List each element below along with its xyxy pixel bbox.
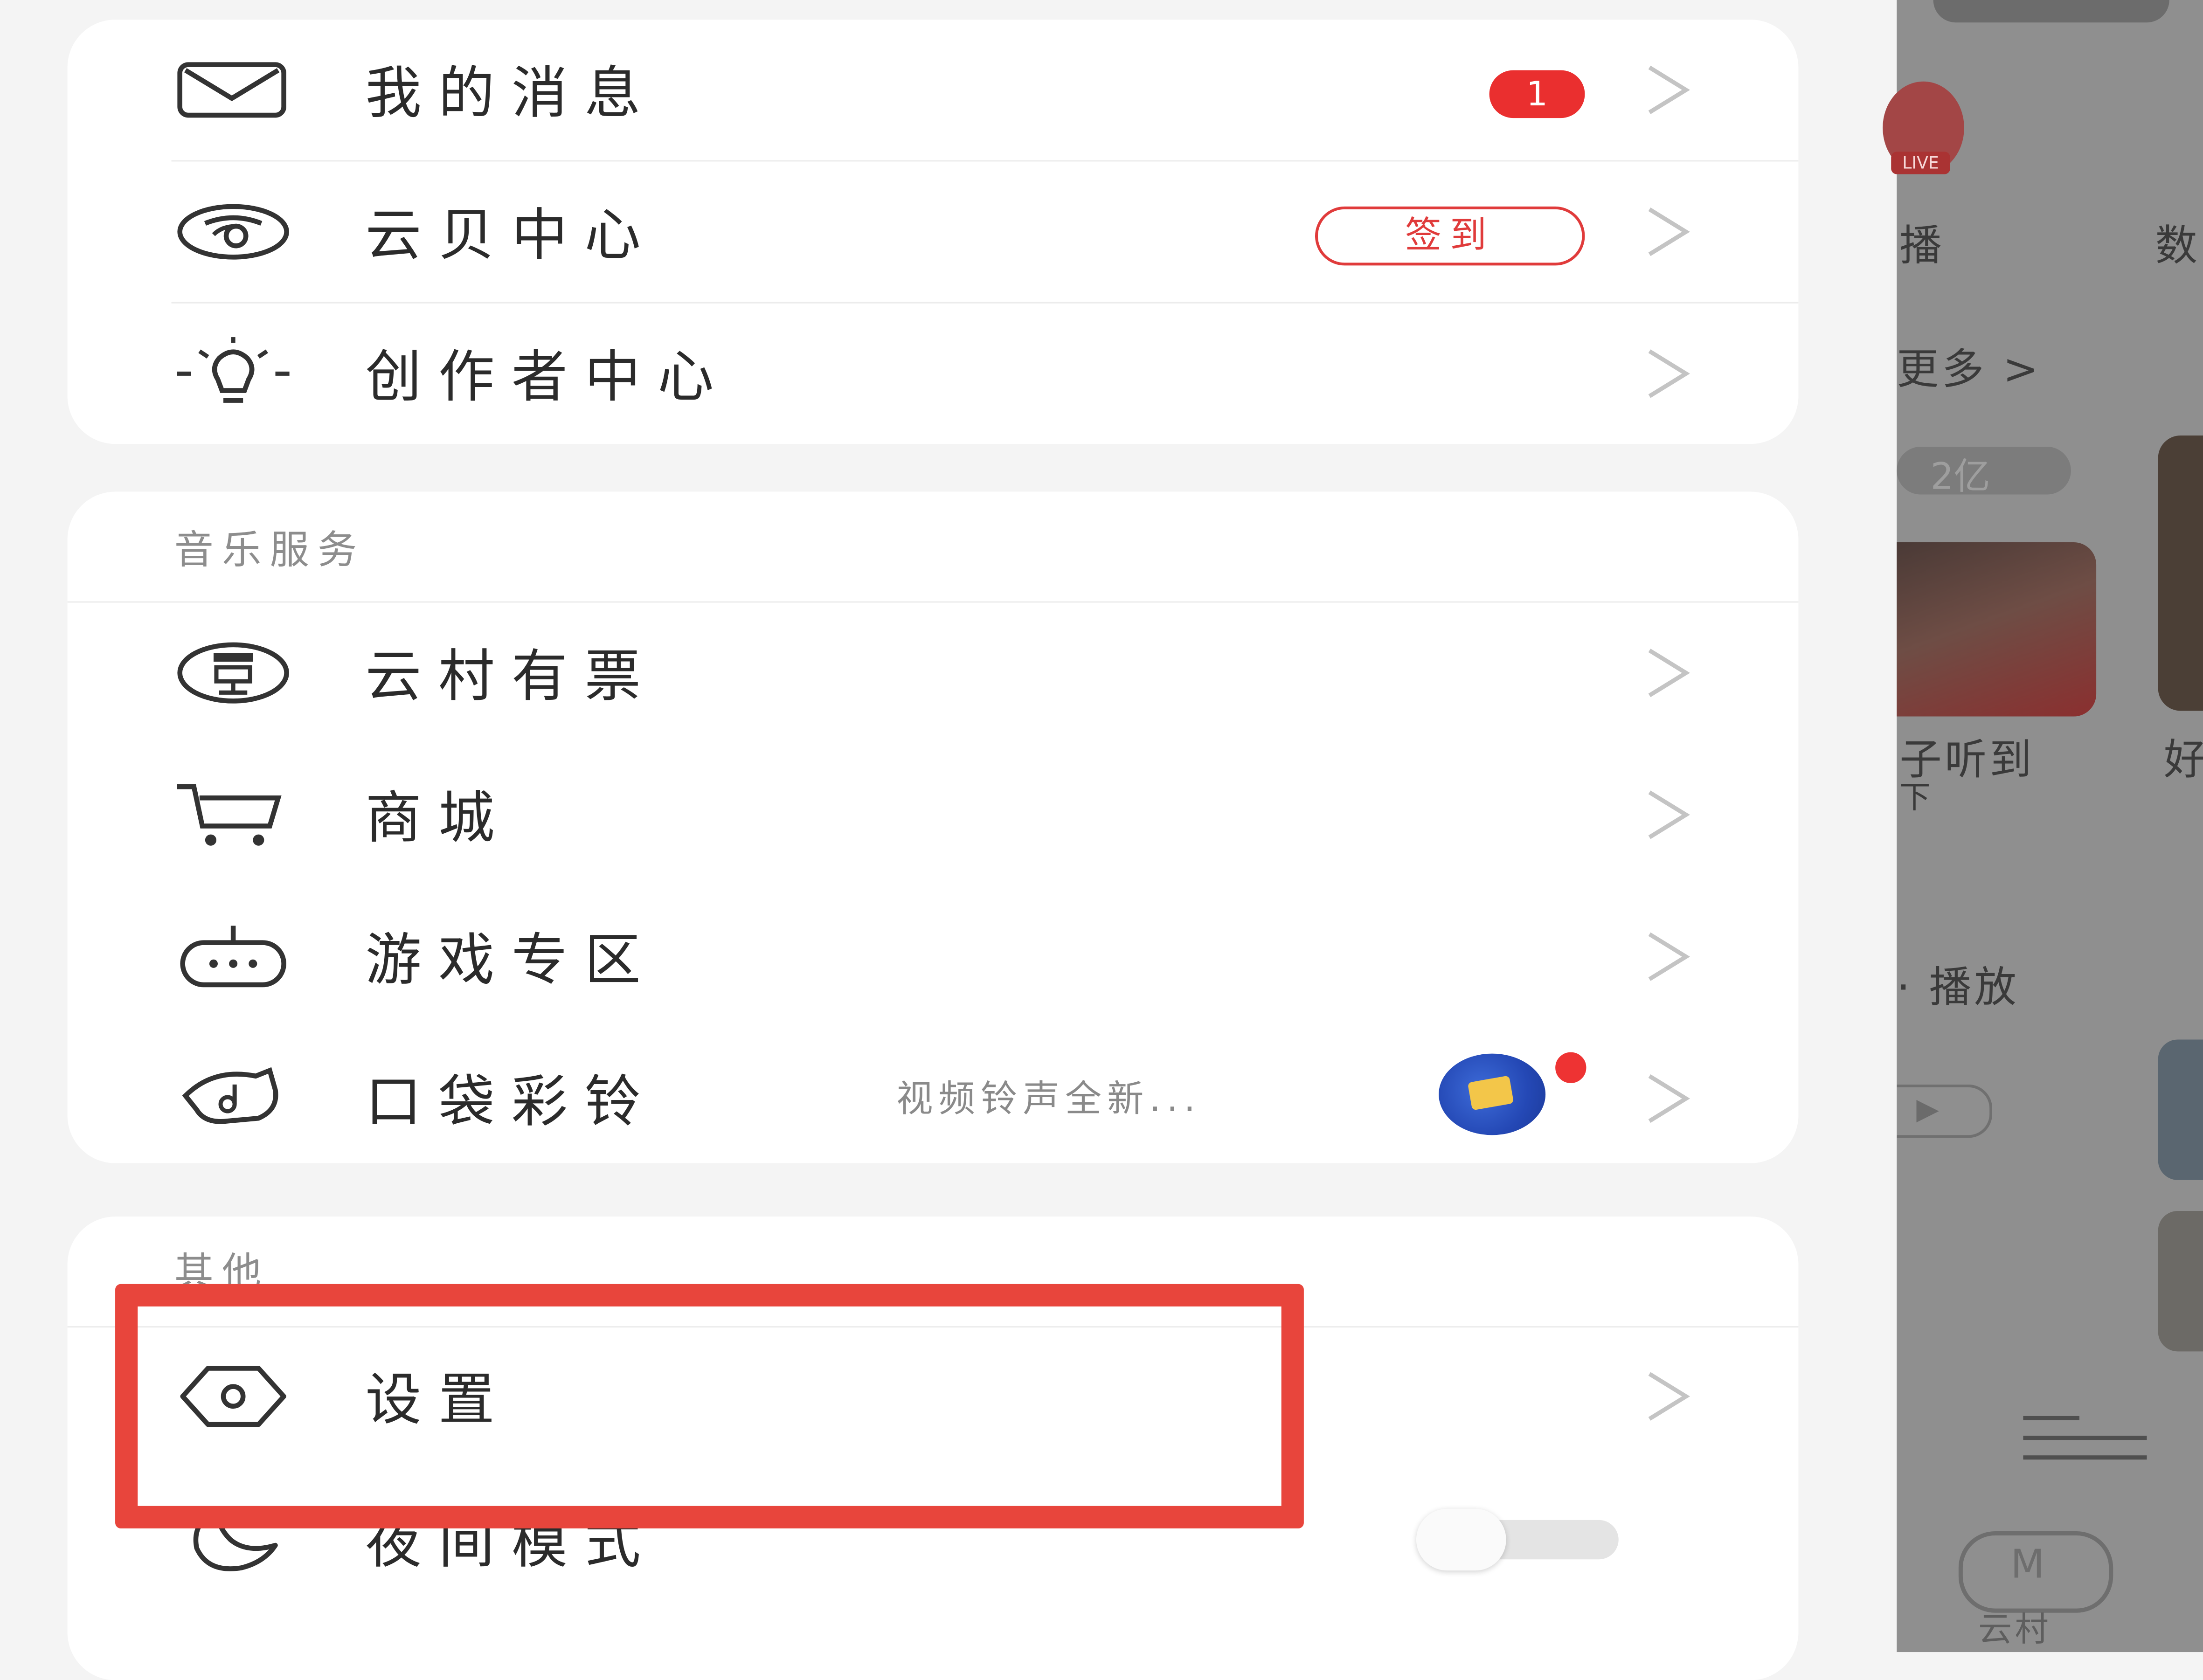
playlist-icon <box>2023 1410 2147 1467</box>
yunbei-icon <box>172 195 295 269</box>
account-card: 我的消息 1 云贝中心 签到 创作者中心 <box>67 20 1799 444</box>
chevron-right-icon <box>1647 1360 1691 1433</box>
ticket-icon <box>172 636 295 710</box>
chevron-right-icon <box>1647 53 1691 126</box>
play-count: 2亿 <box>1930 456 1990 499</box>
menu-item-label: 云村有票 <box>365 644 658 710</box>
chevron-right-icon <box>1647 1062 1691 1135</box>
chevron-right-icon <box>1647 195 1691 269</box>
menu-item-label: 创作者中心 <box>365 346 731 410</box>
tab-label-community: 云村 <box>1978 1610 2051 1650</box>
mail-icon <box>172 53 295 126</box>
settings-highlight-box <box>115 1284 1304 1528</box>
gamepad-icon <box>172 920 295 993</box>
ringtone-promo-image <box>1439 1053 1546 1135</box>
menu-item-label: 我的消息 <box>365 62 658 127</box>
menu-item-yunbei[interactable]: 云贝中心 签到 <box>68 161 1799 302</box>
chevron-right-icon <box>1647 337 1691 410</box>
ringtone-hint: 视频铃声全新... <box>896 1079 1201 1121</box>
video-thumbnail <box>2158 1039 2203 1180</box>
background-label: 播 <box>1899 222 1945 271</box>
video-thumbnail <box>2158 1211 2203 1352</box>
background-label: 数 <box>2155 222 2201 271</box>
chevron-right-icon <box>1647 636 1691 710</box>
music-services-card: 音乐服务 云村有票 商城 游戏专区 口袋彩铃 视频铃声全新... <box>67 491 1799 1163</box>
menu-item-label: 游戏专区 <box>365 928 658 994</box>
background-play-label: · 播放 <box>1897 963 2019 1013</box>
playlist-cover <box>1897 542 2097 717</box>
menu-item-games[interactable]: 游戏专区 <box>68 886 1799 1027</box>
menu-item-label: 云贝中心 <box>365 203 658 269</box>
ringtone-icon <box>172 1062 295 1135</box>
chevron-right-icon <box>1647 920 1691 993</box>
section-title: 音乐服务 <box>174 526 366 574</box>
side-drawer: 我的消息 1 云贝中心 签到 创作者中心 音乐服务 云村有票 商城 游戏专区 口… <box>0 0 1897 1680</box>
menu-item-label: 口袋彩铃 <box>365 1070 658 1135</box>
menu-item-mall[interactable]: 商城 <box>68 745 1799 885</box>
playlist-cover <box>2158 435 2203 711</box>
play-count-pill: 2亿 <box>1897 447 2071 499</box>
new-dot <box>1551 1048 1591 1087</box>
live-tag: LIVE <box>1891 152 1950 174</box>
menu-item-ringtone[interactable]: 口袋彩铃 视频铃声全新... <box>68 1028 1799 1168</box>
community-tab-icon: M <box>1958 1531 2113 1613</box>
background-label: 好 <box>2164 725 2203 787</box>
toggle-knob <box>1416 1508 1506 1571</box>
night-mode-toggle[interactable] <box>1416 1508 1619 1571</box>
cart-icon <box>172 778 295 851</box>
check-in-button[interactable]: 签到 <box>1315 206 1585 266</box>
menu-item-tickets[interactable]: 云村有票 <box>68 602 1799 743</box>
chevron-right-icon <box>1647 778 1691 851</box>
play-icon <box>1897 1084 1993 1138</box>
lightbulb-icon <box>172 337 295 410</box>
menu-item-messages[interactable]: 我的消息 1 <box>68 20 1799 160</box>
background-top-button <box>1933 0 2169 23</box>
background-more-link: 更多 > <box>1897 346 2041 395</box>
menu-item-label: 商城 <box>365 787 512 851</box>
background-label: 下 <box>1899 781 1933 816</box>
unread-badge: 1 <box>1489 70 1585 118</box>
menu-item-creator-center[interactable]: 创作者中心 <box>68 304 1799 444</box>
